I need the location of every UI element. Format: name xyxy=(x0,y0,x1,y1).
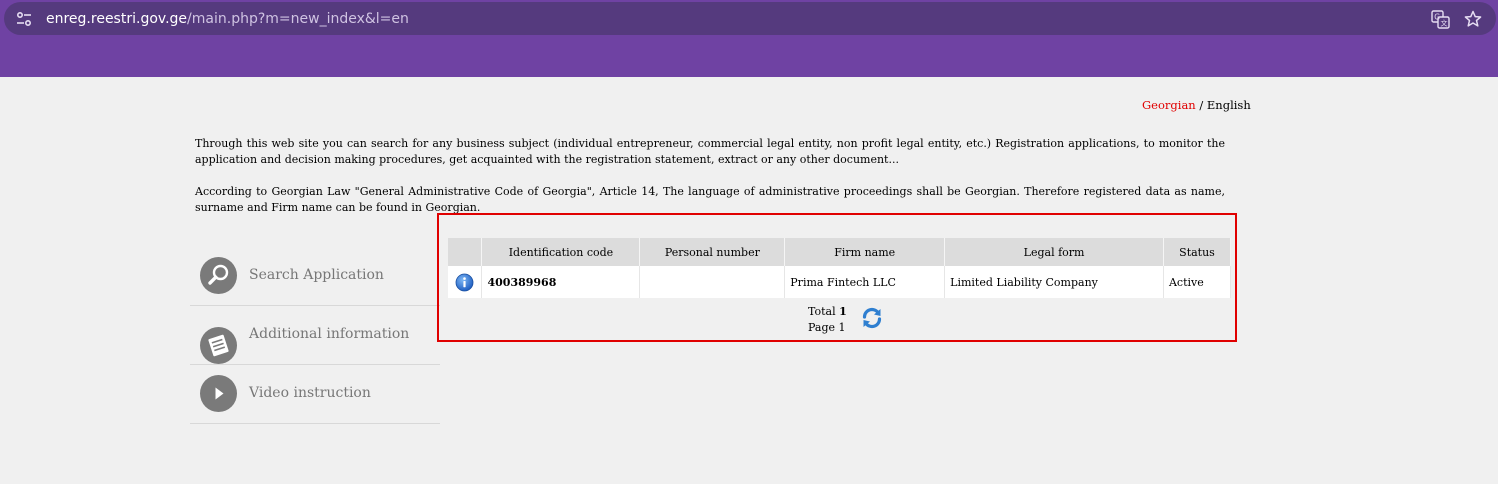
column-header-info xyxy=(448,238,483,266)
table-row: 400389968 Prima Fintech LLC Limited Liab… xyxy=(448,266,1232,298)
site-info-icon[interactable] xyxy=(14,9,34,29)
magnifier-icon xyxy=(200,257,237,294)
language-switch: Georgian / English xyxy=(1142,98,1251,112)
intro-text: Through this web site you can search for… xyxy=(195,136,1225,216)
intro-paragraph-1: Through this web site you can search for… xyxy=(195,137,1225,166)
english-language-link[interactable]: English xyxy=(1207,98,1251,112)
cell-personal-number xyxy=(639,266,786,298)
address-bar[interactable]: enreg.reestri.gov.ge/main.php?m=new_inde… xyxy=(4,2,1496,35)
total-label: Total xyxy=(808,305,836,318)
pagination-summary: Total 1 Page 1 xyxy=(808,304,847,336)
url-host: enreg.reestri.gov.ge xyxy=(46,11,188,27)
info-cell[interactable] xyxy=(448,266,483,298)
document-icon xyxy=(200,327,237,364)
page-label: Page xyxy=(808,321,836,334)
menu-label-video-instruction: Video instruction xyxy=(249,385,371,401)
total-line: Total 1 xyxy=(808,304,847,320)
translate-icon[interactable]: G 文 xyxy=(1431,10,1450,29)
menu-label-search-application: Search Application xyxy=(249,267,384,283)
cell-legal-form: Limited Liability Company xyxy=(944,266,1164,298)
column-header-personal-number: Personal number xyxy=(639,238,786,266)
column-header-identification-code: Identification code xyxy=(481,238,641,266)
refresh-icon[interactable] xyxy=(860,306,884,330)
page-line: Page 1 xyxy=(808,320,847,336)
menu-item-search-application[interactable]: Search Application xyxy=(190,247,440,306)
column-header-status: Status xyxy=(1163,238,1232,266)
star-icon[interactable] xyxy=(1464,10,1482,28)
cell-identification-code: 400389968 xyxy=(481,266,641,298)
menu-item-additional-information[interactable]: Additional information xyxy=(190,306,440,365)
column-header-legal-form: Legal form xyxy=(944,238,1164,266)
svg-text:文: 文 xyxy=(1441,19,1448,28)
svg-text:G: G xyxy=(1434,13,1440,22)
cell-firm-name: Prima Fintech LLC xyxy=(784,266,946,298)
menu-item-video-instruction[interactable]: Video instruction xyxy=(190,365,440,424)
table-header-row: Identification code Personal number Firm… xyxy=(448,238,1232,266)
page-number: 1 xyxy=(838,321,846,334)
language-separator: / xyxy=(1195,98,1207,112)
browser-toolbar: enreg.reestri.gov.ge/main.php?m=new_inde… xyxy=(0,0,1498,77)
info-icon[interactable] xyxy=(455,273,474,292)
side-menu: Search Application Additional informatio… xyxy=(190,247,440,424)
intro-paragraph-2: According to Georgian Law "General Admin… xyxy=(195,185,1225,214)
column-header-firm-name: Firm name xyxy=(784,238,946,266)
georgian-language-link[interactable]: Georgian xyxy=(1142,98,1196,112)
url-path: /main.php?m=new_index&l=en xyxy=(187,11,409,27)
menu-label-additional-information: Additional information xyxy=(249,326,410,342)
total-count: 1 xyxy=(839,305,847,318)
results-table: Identification code Personal number Firm… xyxy=(448,238,1232,298)
play-icon xyxy=(200,375,237,412)
url-text[interactable]: enreg.reestri.gov.ge/main.php?m=new_inde… xyxy=(46,11,409,27)
cell-status: Active xyxy=(1163,266,1232,298)
